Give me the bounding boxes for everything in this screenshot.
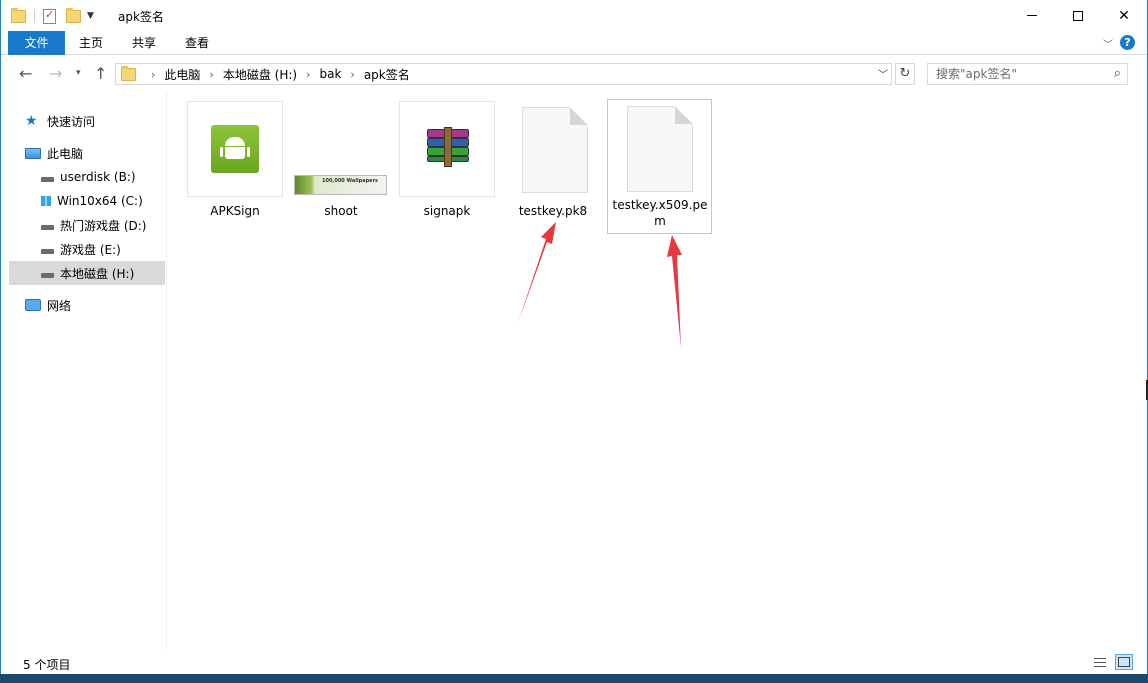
sidebar-item-label: 网络 — [47, 298, 72, 313]
sidebar-item-this-pc[interactable]: 此电脑 — [25, 141, 181, 165]
minimize-icon — [1027, 15, 1037, 16]
file-item-apksign[interactable]: APKSign — [187, 101, 283, 219]
properties-icon[interactable] — [43, 8, 56, 24]
up-arrow-icon[interactable]: ↑ — [94, 64, 107, 83]
sidebar-item-label: 热门游戏盘 (D:) — [60, 218, 147, 233]
breadcrumb-bak[interactable]: bak — [319, 67, 341, 81]
maximize-button[interactable] — [1055, 0, 1101, 31]
back-arrow-icon[interactable]: ← — [19, 64, 32, 83]
breadcrumb-this-pc[interactable]: 此电脑 — [164, 66, 200, 83]
address-history-chevron-icon[interactable]: ﹀ — [878, 66, 888, 81]
sidebar-item-drive-e[interactable]: 游戏盘 (E:) — [41, 237, 165, 261]
file-item-signapk[interactable]: signapk — [399, 101, 495, 219]
tab-home[interactable]: 主页 — [69, 31, 113, 55]
pane-divider[interactable] — [166, 92, 167, 650]
sidebar-item-label: userdisk (B:) — [60, 170, 136, 184]
sidebar-item-drive-d[interactable]: 热门游戏盘 (D:) — [41, 213, 165, 237]
customize-toolbar-arrow-icon[interactable]: ▼ — [87, 11, 94, 21]
thumbnail-text: 100,000 Wallpapers — [322, 178, 379, 184]
status-bar: 5 个项目 — [1, 652, 1147, 674]
sidebar-item-label: Win10x64 (C:) — [57, 194, 143, 208]
sidebar-item-label: 快速访问 — [47, 114, 96, 129]
computer-icon — [25, 147, 41, 159]
android-apk-icon — [211, 125, 259, 173]
maximize-icon — [1073, 10, 1083, 21]
recent-locations-chevron-icon[interactable]: ▾ — [76, 68, 81, 78]
item-count: 5 个项目 — [23, 658, 71, 672]
sidebar-item-drive-c[interactable]: Win10x64 (C:) — [41, 189, 165, 213]
breadcrumb-separator[interactable]: › — [350, 68, 354, 81]
file-name: APKSign — [210, 204, 260, 218]
drive-icon — [41, 225, 54, 230]
file-name: testkey.x509.pem — [612, 198, 708, 228]
tab-file[interactable]: 文件 — [8, 31, 65, 55]
search-icon[interactable]: ⌕ — [1114, 66, 1121, 81]
document-fold — [570, 107, 588, 125]
refresh-icon[interactable]: ↻ — [895, 63, 915, 85]
drive-icon — [41, 177, 54, 182]
file-thumbnail — [187, 101, 283, 197]
large-icons-view-icon — [1118, 657, 1130, 667]
address-bar[interactable]: › 此电脑 › 本地磁盘 (H:) › bak › apk签名 ﹀ — [115, 63, 892, 85]
file-thumbnail — [399, 101, 495, 197]
folder-icon — [121, 65, 136, 81]
sidebar-item-drive-h[interactable]: 本地磁盘 (H:) — [9, 261, 165, 285]
window-title: apk签名 — [118, 10, 164, 24]
details-view-icon — [1094, 658, 1106, 659]
search-input[interactable] — [928, 64, 1098, 84]
breadcrumb-drive-h[interactable]: 本地磁盘 (H:) — [223, 66, 297, 83]
toolbar-divider — [34, 9, 35, 23]
large-icons-view-button[interactable] — [1115, 654, 1133, 670]
title-bar: ▼ apk签名 ✕ — [1, 0, 1147, 31]
search-box[interactable]: ⌕ — [927, 63, 1128, 85]
close-button[interactable]: ✕ — [1101, 0, 1147, 31]
drive-icon — [41, 273, 54, 278]
file-item-testkey-x509-pem[interactable]: testkey.x509.pem — [607, 99, 712, 234]
star-icon: ★ — [25, 113, 38, 129]
sidebar-item-drive-b[interactable]: userdisk (B:) — [41, 165, 165, 189]
document-fold — [675, 106, 693, 124]
image-thumbnail: 100,000 Wallpapers — [294, 175, 387, 195]
sidebar-item-label: 此电脑 — [47, 146, 84, 161]
details-view-button[interactable] — [1091, 654, 1109, 670]
expand-ribbon-chevron-icon[interactable]: ﹀ — [1103, 36, 1113, 51]
forward-arrow-icon[interactable]: → — [49, 64, 62, 83]
file-thumbnail — [505, 101, 601, 197]
minimize-button[interactable] — [1009, 0, 1055, 31]
navigation-pane: ★ 快速访问 此电脑 userdisk (B:) Win10x64 (C:) 热… — [1, 100, 165, 650]
new-folder-icon[interactable] — [66, 7, 81, 23]
sidebar-item-quick-access[interactable]: ★ 快速访问 — [25, 109, 181, 133]
breadcrumb-separator[interactable]: › — [209, 68, 213, 81]
network-icon — [25, 299, 41, 311]
file-item-testkey-pk8[interactable]: testkey.pk8 — [505, 101, 601, 219]
ribbon: 文件 主页 共享 查看 ﹀ ? — [1, 31, 1147, 55]
windows-drive-icon — [41, 196, 51, 206]
drive-icon — [41, 249, 54, 254]
sidebar-item-network[interactable]: 网络 — [25, 293, 181, 317]
desktop-strip — [0, 674, 1148, 683]
folder-icon[interactable] — [11, 7, 26, 23]
close-icon: ✕ — [1118, 7, 1130, 24]
file-item-shoot[interactable]: 100,000 Wallpapers shoot — [293, 101, 389, 219]
sidebar-item-label: 本地磁盘 (H:) — [60, 266, 135, 281]
quick-access-toolbar: ▼ — [11, 6, 94, 26]
tab-share[interactable]: 共享 — [121, 31, 167, 55]
breadcrumb-separator[interactable]: › — [306, 68, 310, 81]
winrar-archive-icon — [427, 127, 469, 167]
help-icon[interactable]: ? — [1120, 35, 1135, 50]
sidebar-item-label: 游戏盘 (E:) — [60, 242, 121, 257]
file-thumbnail: 100,000 Wallpapers — [293, 101, 389, 197]
file-name: signapk — [423, 204, 471, 218]
breadcrumb-separator[interactable]: › — [151, 68, 155, 81]
file-name: shoot — [324, 204, 358, 218]
file-name: testkey.pk8 — [518, 204, 588, 218]
breadcrumb-apk-sign[interactable]: apk签名 — [364, 66, 410, 83]
navigation-bar: ← → ▾ ↑ › 此电脑 › 本地磁盘 (H:) › bak › apk签名 … — [1, 56, 1147, 92]
tab-view[interactable]: 查看 — [175, 31, 219, 55]
explorer-window: ▼ apk签名 ✕ 文件 主页 共享 查看 ﹀ ? ← → ▾ ↑ › 此电脑 … — [0, 0, 1148, 683]
